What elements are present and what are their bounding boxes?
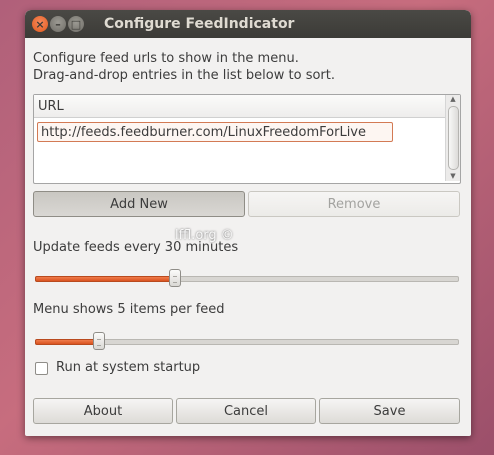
description: Configure feed urls to show in the menu.… [33, 50, 335, 84]
scroll-down-icon[interactable]: ▼ [446, 172, 460, 181]
description-line-1: Configure feed urls to show in the menu. [33, 51, 299, 66]
items-per-feed-slider[interactable] [33, 331, 459, 351]
list-scrollbar[interactable]: ▲ ▼ [445, 95, 460, 181]
save-button[interactable]: Save [319, 398, 460, 424]
dialog-content: Configure feed urls to show in the menu.… [25, 38, 471, 436]
feed-list[interactable]: URL http://feeds.feedburner.com/LinuxFre… [33, 94, 461, 184]
slider-fill [35, 339, 101, 345]
items-per-feed-label: Menu shows 5 items per feed [33, 302, 225, 317]
startup-label[interactable]: Run at system startup [56, 360, 200, 375]
url-column-header[interactable]: URL [34, 95, 446, 118]
description-line-2: Drag-and-drop entries in the list below … [33, 68, 335, 83]
configure-window: × – □ Configure FeedIndicator Configure … [25, 10, 471, 436]
update-interval-label: Update feeds every 30 minutes [33, 240, 239, 255]
window-controls: × – □ [32, 16, 84, 32]
slider-handle[interactable] [169, 269, 181, 287]
remove-button[interactable]: Remove [248, 191, 460, 217]
scrollbar-thumb[interactable] [448, 106, 459, 170]
startup-checkbox[interactable] [35, 362, 48, 375]
window-title: Configure FeedIndicator [104, 16, 295, 32]
slider-fill [35, 276, 177, 282]
slider-handle[interactable] [93, 332, 105, 350]
list-item[interactable]: http://feeds.feedburner.com/LinuxFreedom… [37, 122, 393, 142]
title-bar[interactable]: × – □ Configure FeedIndicator [25, 10, 471, 38]
minimize-icon[interactable]: – [50, 16, 66, 32]
add-new-button[interactable]: Add New [33, 191, 245, 217]
maximize-icon[interactable]: □ [68, 16, 84, 32]
about-button[interactable]: About [33, 398, 173, 424]
cancel-button[interactable]: Cancel [176, 398, 316, 424]
scroll-up-icon[interactable]: ▲ [446, 95, 460, 104]
close-icon[interactable]: × [32, 16, 48, 32]
update-interval-slider[interactable] [33, 268, 459, 288]
